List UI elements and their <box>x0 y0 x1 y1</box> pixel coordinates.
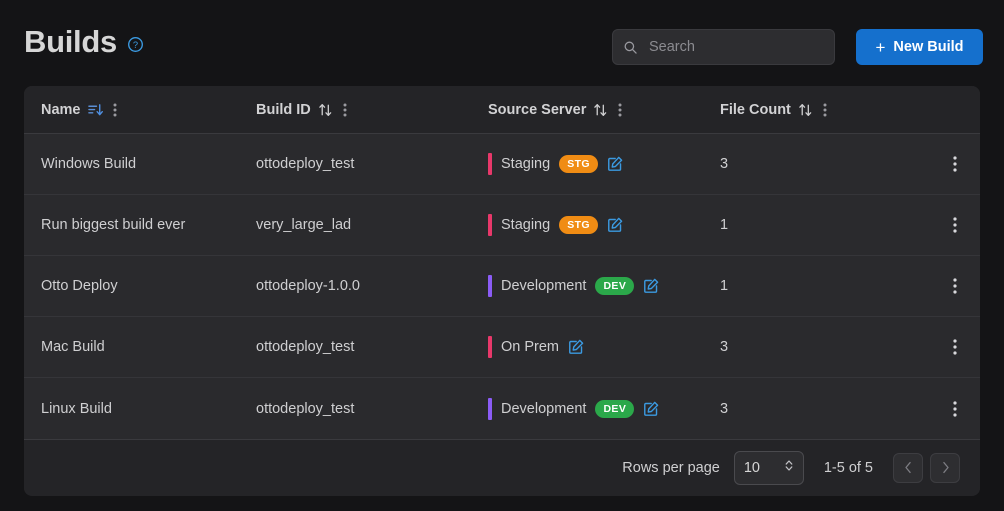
cell-name: Run biggest build ever <box>24 217 256 233</box>
cell-actions <box>930 338 980 356</box>
builds-page: Builds ? + New Build <box>0 0 1004 511</box>
table-footer: Rows per page 10 1-5 of 5 <box>24 439 980 495</box>
table-header-row: Name <box>24 86 980 134</box>
cell-file-count: 3 <box>720 156 930 172</box>
chevron-updown-icon <box>784 458 794 477</box>
row-menu-button[interactable] <box>953 277 957 295</box>
cell-name: Linux Build <box>24 401 256 417</box>
column-header-build-id[interactable]: Build ID <box>256 86 488 134</box>
environment-color-bar <box>488 275 492 297</box>
source-server-name: Staging <box>501 156 550 172</box>
column-menu-source-server[interactable] <box>618 102 622 118</box>
search-box[interactable] <box>612 29 835 65</box>
cell-source-server: Development DEV <box>488 398 720 420</box>
row-menu-button[interactable] <box>953 338 957 356</box>
row-menu-button[interactable] <box>953 216 957 234</box>
column-menu-build-id[interactable] <box>343 102 347 118</box>
environment-color-bar <box>488 153 492 175</box>
column-header-file-count[interactable]: File Count <box>720 86 930 134</box>
source-server-name: Staging <box>501 217 550 233</box>
page-title: Builds <box>24 26 117 57</box>
environment-color-bar <box>488 214 492 236</box>
cell-build-id: ottodeploy_test <box>256 156 488 172</box>
column-header-file-count-label: File Count <box>720 102 791 118</box>
column-header-actions <box>930 86 980 134</box>
cell-actions <box>930 400 980 418</box>
cell-source-server: Staging STG <box>488 153 720 175</box>
column-menu-file-count[interactable] <box>823 102 827 118</box>
cell-build-id: ottodeploy-1.0.0 <box>256 278 488 294</box>
search-input[interactable] <box>647 38 838 56</box>
edit-pencil-icon[interactable] <box>643 278 659 294</box>
cell-file-count: 1 <box>720 278 930 294</box>
environment-badge: STG <box>559 216 598 234</box>
rows-per-page-label: Rows per page <box>622 460 720 476</box>
search-icon <box>623 40 638 55</box>
cell-build-id: ottodeploy_test <box>256 401 488 417</box>
column-header-build-id-label: Build ID <box>256 102 311 118</box>
sort-updown-icon[interactable] <box>798 103 813 117</box>
source-server-name: On Prem <box>501 339 559 355</box>
environment-badge: STG <box>559 155 598 173</box>
source-server-name: Development <box>501 278 586 294</box>
table-row[interactable]: Otto Deploy ottodeploy-1.0.0 Development… <box>24 256 980 317</box>
environment-color-bar <box>488 336 492 358</box>
cell-build-id: very_large_lad <box>256 217 488 233</box>
cell-file-count: 3 <box>720 401 930 417</box>
cell-actions <box>930 277 980 295</box>
prev-page-button[interactable] <box>893 453 923 483</box>
table-row[interactable]: Linux Build ottodeploy_test Development … <box>24 378 980 439</box>
pagination-controls <box>893 453 960 483</box>
svg-text:?: ? <box>133 40 138 50</box>
builds-table: Name <box>24 86 980 496</box>
new-build-button[interactable]: + New Build <box>856 29 983 65</box>
plus-icon: + <box>875 39 885 56</box>
column-header-name-label: Name <box>41 102 81 118</box>
row-menu-button[interactable] <box>953 400 957 418</box>
cell-source-server: Staging STG <box>488 214 720 236</box>
table-row[interactable]: Windows Build ottodeploy_test Staging ST… <box>24 134 980 195</box>
cell-file-count: 1 <box>720 217 930 233</box>
environment-color-bar <box>488 398 492 420</box>
help-circle-icon[interactable]: ? <box>127 36 144 53</box>
cell-actions <box>930 155 980 173</box>
environment-badge: DEV <box>595 400 634 418</box>
cell-build-id: ottodeploy_test <box>256 339 488 355</box>
cell-source-server: Development DEV <box>488 275 720 297</box>
new-build-button-label: New Build <box>893 39 963 55</box>
column-header-name[interactable]: Name <box>24 86 256 134</box>
chevron-left-icon <box>904 461 913 474</box>
table-body: Windows Build ottodeploy_test Staging ST… <box>24 134 980 439</box>
table-row[interactable]: Mac Build ottodeploy_test On Prem 3 <box>24 317 980 378</box>
page-header: Builds ? + New Build <box>0 0 1004 88</box>
source-server-name: Development <box>501 401 586 417</box>
sort-updown-icon[interactable] <box>318 103 333 117</box>
sort-updown-icon[interactable] <box>593 103 608 117</box>
edit-pencil-icon[interactable] <box>643 401 659 417</box>
cell-name: Windows Build <box>24 156 256 172</box>
column-header-source-server[interactable]: Source Server <box>488 86 720 134</box>
cell-actions <box>930 216 980 234</box>
cell-name: Mac Build <box>24 339 256 355</box>
column-header-source-server-label: Source Server <box>488 102 586 118</box>
edit-pencil-icon[interactable] <box>607 217 623 233</box>
chevron-right-icon <box>941 461 950 474</box>
title-area: Builds ? <box>24 26 144 57</box>
cell-file-count: 3 <box>720 339 930 355</box>
column-menu-name[interactable] <box>113 102 117 118</box>
next-page-button[interactable] <box>930 453 960 483</box>
row-menu-button[interactable] <box>953 155 957 173</box>
cell-name: Otto Deploy <box>24 278 256 294</box>
cell-source-server: On Prem <box>488 336 720 358</box>
table-row[interactable]: Run biggest build ever very_large_lad St… <box>24 195 980 256</box>
environment-badge: DEV <box>595 277 634 295</box>
sort-descending-icon[interactable] <box>88 103 103 117</box>
pagination-range: 1-5 of 5 <box>824 460 873 476</box>
rows-per-page-select[interactable]: 10 <box>734 451 804 485</box>
edit-pencil-icon[interactable] <box>607 156 623 172</box>
edit-pencil-icon[interactable] <box>568 339 584 355</box>
rows-per-page-value: 10 <box>744 460 760 476</box>
